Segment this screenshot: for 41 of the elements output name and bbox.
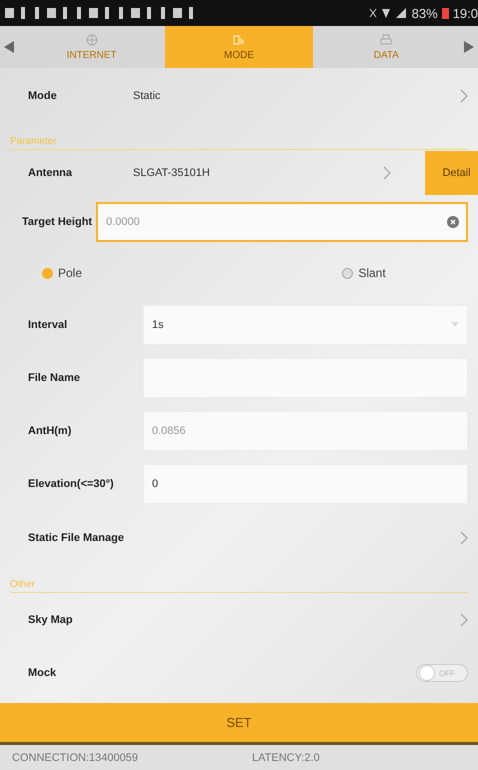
mode-row[interactable]: Mode Static	[10, 68, 478, 123]
radio-label: Slant	[358, 266, 386, 280]
interval-select[interactable]: 1s	[143, 304, 468, 344]
detail-button[interactable]: Detail	[425, 151, 478, 195]
tab[interactable]: MODE	[165, 26, 313, 68]
connection-text: CONNECTION:13400059	[12, 752, 139, 764]
radio-button[interactable]	[342, 268, 354, 278]
battery-icon	[442, 7, 449, 19]
chevron-right-icon	[460, 531, 468, 545]
dropdown-icon	[451, 322, 459, 327]
field-label: Elevation(<=30°)	[28, 478, 115, 490]
section-title: Parameter	[10, 136, 57, 149]
target-height-field[interactable]: 0.0000	[96, 202, 468, 242]
clear-icon[interactable]	[447, 216, 459, 228]
printer-icon	[380, 34, 392, 46]
clock: 19:0	[452, 6, 478, 20]
mock-label: Mock	[28, 667, 58, 679]
chevron-right-icon	[383, 166, 391, 180]
device-icon	[232, 34, 245, 46]
field-label: File Name	[28, 372, 81, 384]
field-label: AntH(m)	[28, 424, 72, 436]
antenna-value: SLGAT-35101H	[133, 167, 211, 179]
latency-text: LATENCY:2.0	[252, 752, 320, 764]
sky-map-row[interactable]: Sky Map	[10, 593, 478, 647]
field-label: Target Height	[22, 216, 92, 228]
antenna-label: Antenna	[28, 167, 73, 179]
scroll-right-icon[interactable]	[464, 41, 474, 53]
section-title: Other	[10, 579, 36, 592]
field-label: Interval	[28, 318, 68, 330]
radio-button[interactable]	[42, 268, 53, 278]
chevron-right-icon	[460, 88, 468, 102]
static-file-manage-row[interactable]: Static File Manage	[10, 510, 478, 566]
input-field[interactable]: 0.0856	[143, 410, 468, 450]
radio-label: Pole	[58, 266, 82, 280]
battery-percent: 83%	[412, 6, 438, 20]
globe-icon	[86, 34, 98, 46]
signal-icons-drawing	[368, 7, 408, 19]
scroll-left-icon[interactable]	[4, 41, 14, 53]
input-field[interactable]: 0	[143, 464, 468, 504]
set-button[interactable]: SET	[0, 703, 478, 745]
chevron-right-icon	[460, 613, 468, 627]
